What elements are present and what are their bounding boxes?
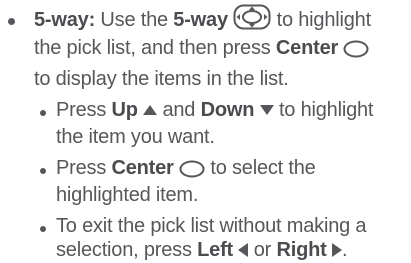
left-arrow-icon (238, 243, 249, 257)
up-label: Up (111, 99, 138, 121)
five-way-lead-label: 5-way: (34, 9, 96, 31)
down-arrow-icon (259, 105, 274, 115)
sub-item-3-line-2: selection, press Left or Right . (56, 239, 348, 261)
five-way-navigator-icon (233, 4, 271, 37)
center-label: Center (111, 157, 174, 179)
center-button-icon (343, 39, 369, 65)
sub-item-3-line-1: To exit the pick list without making a (56, 215, 367, 237)
left-label: Left (197, 239, 233, 261)
sub-item-1-line-2: the item you want. (56, 126, 215, 148)
main-item-line-3: to display the items in the list. (34, 68, 289, 90)
center-label: Center (275, 37, 339, 59)
five-way-label: 5-way (173, 9, 228, 31)
sub-item-2-line-2: highlighted item. (56, 184, 199, 206)
sub-bullet (40, 168, 46, 174)
sub-item-1-line-1: Press Up and Down to highlight (56, 99, 374, 121)
bullet (8, 18, 15, 25)
main-item-line-2: the pick list, and then press Center (34, 35, 369, 65)
sub-bullet (40, 226, 46, 232)
sub-item-2-line-1: Press Center to select the (56, 155, 316, 185)
right-label: Right (276, 239, 327, 261)
sub-bullet (40, 110, 46, 116)
down-label: Down (200, 99, 255, 121)
right-arrow-icon (331, 243, 342, 257)
up-arrow-icon (143, 105, 158, 115)
main-item-line-1: 5-way: Use the 5-way to highlight (34, 4, 371, 37)
